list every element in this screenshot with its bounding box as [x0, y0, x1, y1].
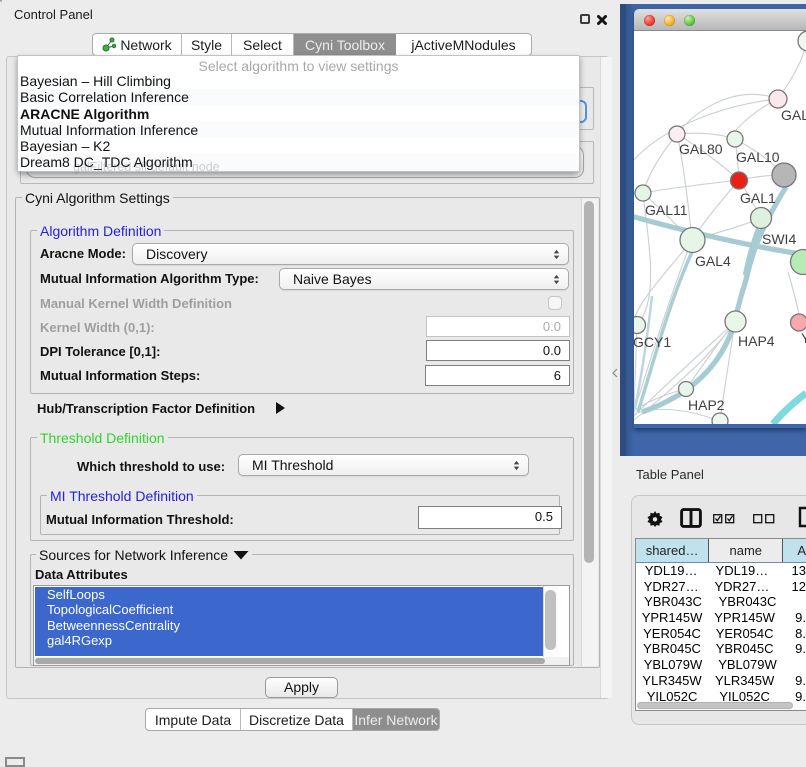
svg-text:GAL80: GAL80	[679, 141, 723, 157]
svg-text:GAL1: GAL1	[740, 190, 776, 206]
svg-text:HAP4: HAP4	[738, 333, 775, 349]
svg-text:SWI4: SWI4	[762, 231, 796, 247]
svg-text:GCY1: GCY1	[634, 334, 671, 350]
svg-text:GAL10: GAL10	[736, 149, 780, 165]
svg-text:GAL11: GAL11	[645, 202, 688, 218]
svg-text:Y: Y	[801, 330, 806, 346]
svg-text:GAL7: GAL7	[781, 107, 806, 123]
svg-text:HAP2: HAP2	[688, 397, 725, 413]
svg-text:GAL4: GAL4	[695, 253, 731, 269]
